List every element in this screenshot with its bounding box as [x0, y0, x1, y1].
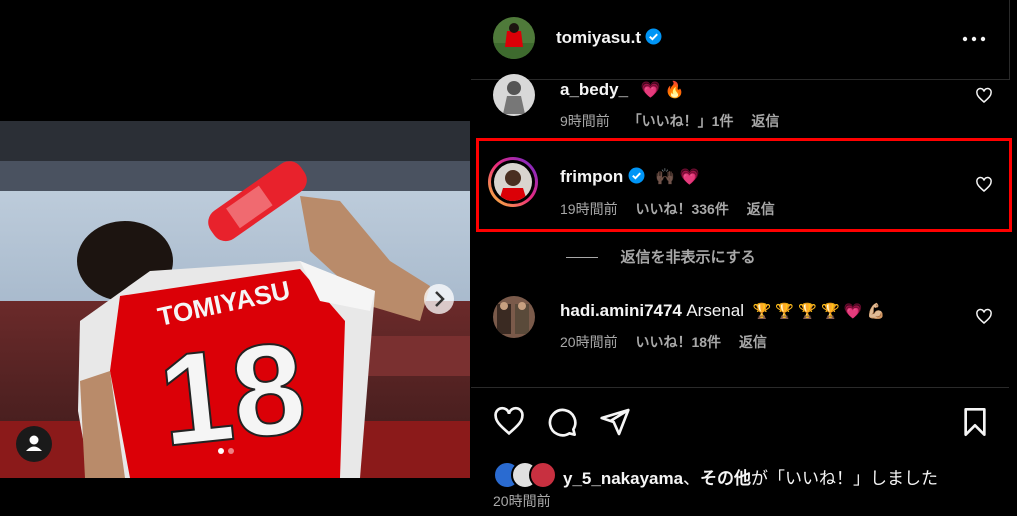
- comment-username[interactable]: frimpon: [560, 167, 623, 186]
- user-icon: [26, 435, 42, 451]
- post-image: TOMIYASU 18: [0, 121, 470, 478]
- comment-likes[interactable]: いいね！336件: [635, 201, 728, 217]
- comment-text: Arsenal: [686, 301, 744, 320]
- divider-line: [566, 257, 598, 259]
- author-avatar[interactable]: [493, 17, 535, 59]
- comment-likes[interactable]: 「いいね！」1件: [628, 113, 734, 129]
- bookmark-save-icon[interactable]: [959, 406, 991, 438]
- liker-avatar: [529, 461, 557, 489]
- reply-button[interactable]: 返信: [747, 201, 775, 217]
- comment-time[interactable]: 19時間前: [560, 201, 618, 217]
- heart-outline-icon[interactable]: [975, 308, 993, 326]
- comment-item: hadi.amini7474 Arsenal 🏆 🏆 🏆 🏆 💗 💪🏼 20時間…: [471, 296, 1009, 360]
- comment-item: a_bedy_ 💗 🔥 9時間前 「いいね！」1件 返信: [471, 74, 1009, 140]
- comment-avatar[interactable]: [488, 157, 538, 207]
- comment-username[interactable]: a_bedy_: [560, 80, 628, 99]
- comment-username[interactable]: hadi.amini7474: [560, 301, 682, 320]
- author-line: tomiyasu.t: [556, 28, 662, 48]
- comment-time[interactable]: 20時間前: [560, 334, 618, 350]
- liked-by-separator: 、: [683, 469, 701, 488]
- comment-emoji: 🏆 🏆 🏆 🏆 💗 💪🏼: [752, 303, 886, 320]
- comment-avatar[interactable]: [493, 296, 535, 338]
- liked-by-suffix: が「いいね！」しました: [751, 469, 939, 488]
- tagged-users-button[interactable]: [16, 426, 52, 462]
- comment-bubble-icon[interactable]: [546, 406, 578, 438]
- author-username[interactable]: tomiyasu.t: [556, 28, 641, 47]
- post-timestamp[interactable]: 20時間前: [493, 491, 551, 511]
- more-options-button[interactable]: [959, 28, 989, 50]
- liked-by-others[interactable]: その他: [700, 469, 751, 488]
- comment-text: 💗 🔥: [640, 82, 685, 99]
- comment-likes[interactable]: いいね！18件: [635, 334, 721, 350]
- comment-text: 🙌🏿 💗: [655, 169, 700, 186]
- liked-by-user[interactable]: y_5_nakayama: [563, 469, 683, 488]
- carousel-dot-active: [218, 448, 224, 454]
- hide-replies-label: 返信を非表示にする: [620, 249, 756, 266]
- comment-time[interactable]: 9時間前: [560, 113, 610, 129]
- verified-badge-icon: [646, 28, 662, 45]
- reply-button[interactable]: 返信: [739, 334, 767, 350]
- carousel-next-button[interactable]: [424, 284, 454, 314]
- hide-replies-toggle[interactable]: 返信を非表示にする: [566, 246, 756, 267]
- heart-outline-icon[interactable]: [975, 87, 993, 105]
- chevron-right-icon: [435, 291, 445, 307]
- reply-button[interactable]: 返信: [751, 113, 779, 129]
- section-divider: [471, 387, 1009, 388]
- more-horizontal-icon: [962, 36, 986, 42]
- like-heart-icon[interactable]: [493, 406, 525, 438]
- liked-by-text: y_5_nakayama、その他が「いいね！」しました: [563, 464, 938, 489]
- comment-avatar[interactable]: [493, 74, 535, 116]
- post-header: tomiyasu.t: [471, 0, 1010, 80]
- carousel-dot: [228, 448, 234, 454]
- verified-badge-icon: [628, 167, 645, 184]
- comment-item-highlighted: frimpon 🙌🏿 💗 19時間前 いいね！336件 返信: [476, 138, 1012, 232]
- post-photo: TOMIYASU 18: [0, 121, 470, 478]
- share-send-icon[interactable]: [599, 406, 631, 438]
- heart-outline-icon[interactable]: [975, 176, 993, 194]
